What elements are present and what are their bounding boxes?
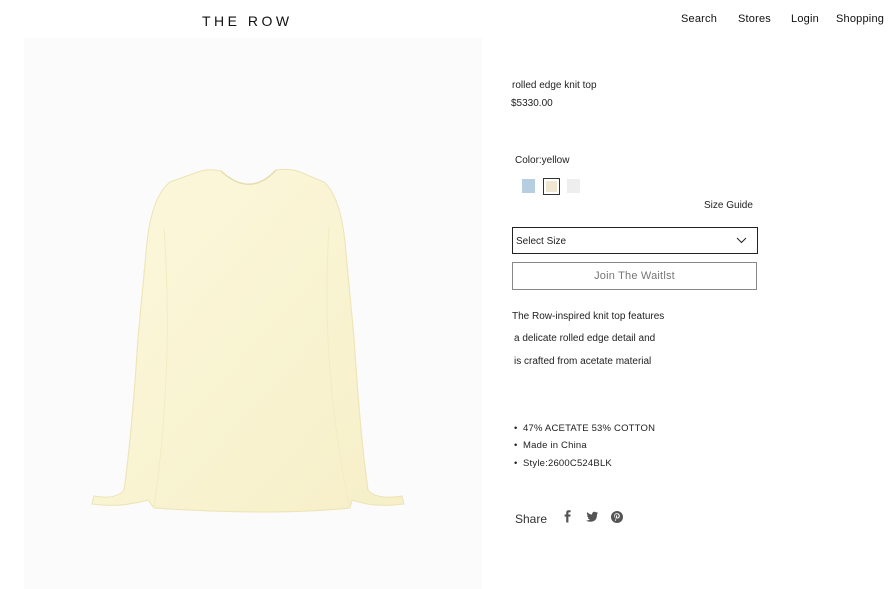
bullet-icon: • [514, 440, 518, 451]
chevron-down-icon [736, 236, 747, 247]
swatch-yellow-fill [546, 181, 557, 192]
nav-search[interactable]: Search [681, 13, 717, 25]
product-image[interactable] [24, 38, 482, 589]
nav-login[interactable]: Login [791, 13, 819, 25]
description-line: a delicate rolled edge detail and [514, 333, 656, 344]
description-line: The Row-inspired knit top features [512, 311, 665, 322]
pinterest-icon[interactable] [610, 510, 624, 524]
product-title: rolled edge knit top [512, 80, 597, 91]
facebook-icon[interactable] [561, 510, 575, 524]
join-waitlist-button[interactable]: Join The Waitlst [512, 262, 757, 290]
bullet-icon: • [514, 458, 518, 469]
share-label: Share [515, 512, 548, 526]
bullet-icon: • [514, 423, 518, 434]
detail-item: • 47% ACETATE 53% COTTON [514, 423, 655, 434]
detail-text: Style:2600C524BLK [523, 458, 612, 469]
twitter-icon[interactable] [585, 510, 599, 524]
size-guide-link[interactable]: Size Guide [704, 200, 753, 211]
swatch-white[interactable] [567, 179, 580, 193]
sweater-image [91, 168, 405, 513]
detail-item: • Style:2600C524BLK [514, 458, 612, 469]
size-select[interactable]: Select Size [512, 227, 758, 254]
detail-text: Made in China [523, 440, 587, 451]
swatch-light-blue[interactable] [522, 179, 535, 193]
detail-text: 47% ACETATE 53% COTTON [523, 423, 656, 434]
brand-logo[interactable]: THE ROW [202, 13, 293, 29]
nav-stores[interactable]: Stores [738, 13, 771, 25]
color-label: Color:yellow [515, 155, 570, 166]
detail-item: • Made in China [514, 440, 587, 451]
product-price: $5330.00 [511, 98, 553, 109]
description-line: is crafted from acetate material [514, 356, 652, 367]
swatch-yellow[interactable] [543, 178, 560, 195]
nav-shopping[interactable]: Shopping [836, 13, 884, 25]
size-select-value: Select Size [516, 236, 567, 247]
